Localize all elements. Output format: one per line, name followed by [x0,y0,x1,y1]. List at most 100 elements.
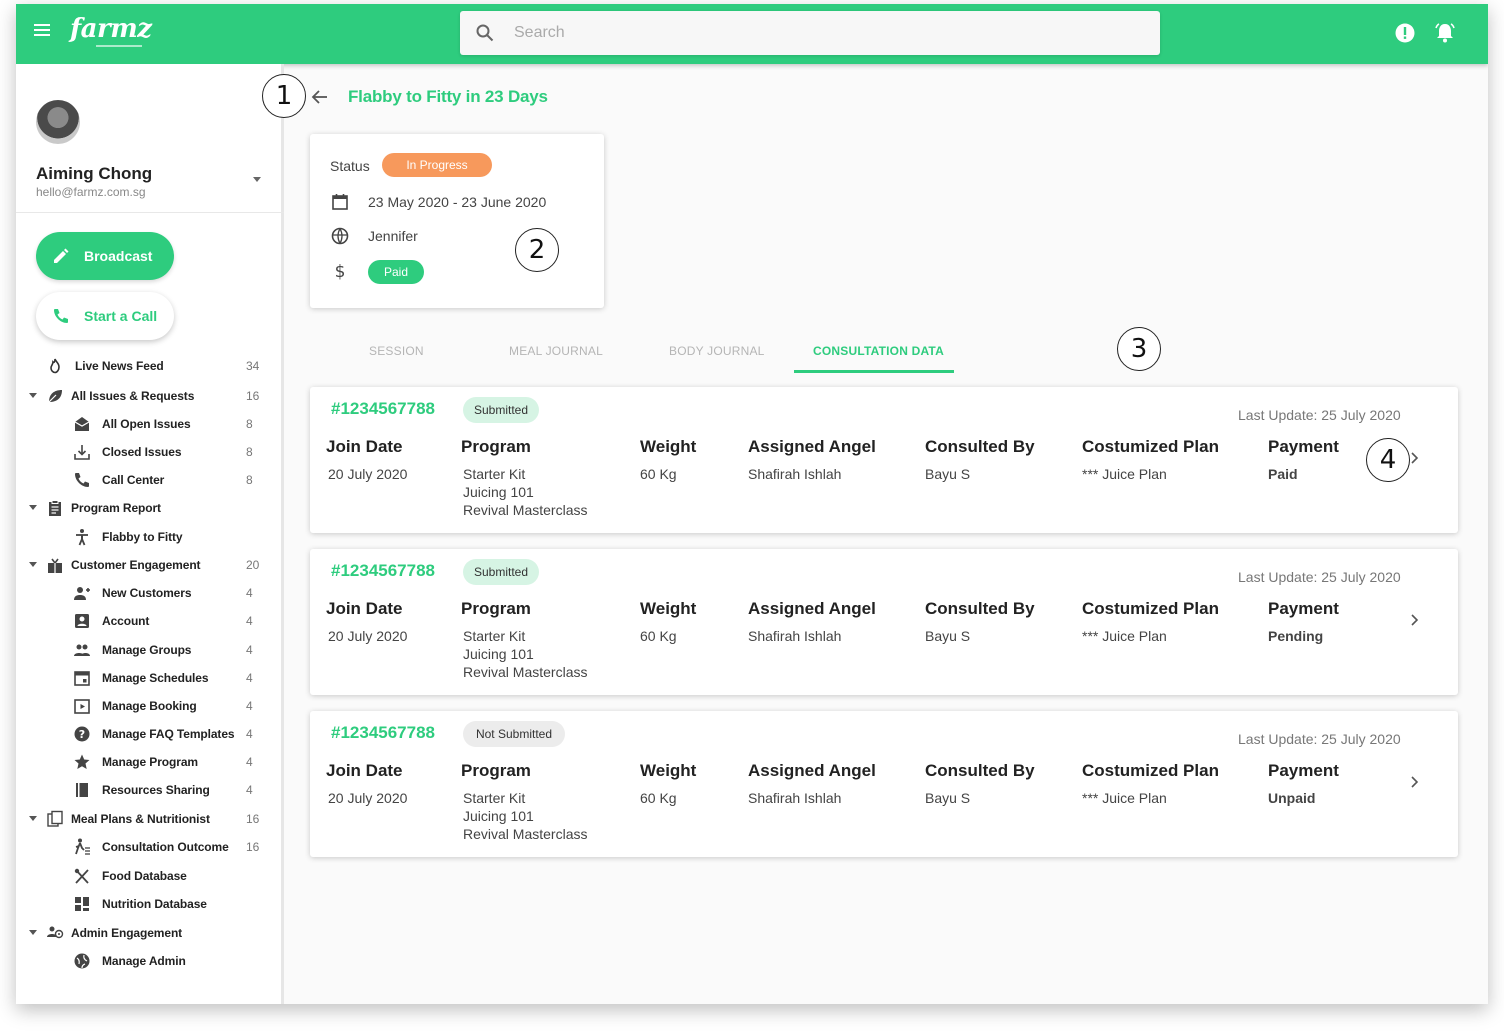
user-name: Aiming Chong [36,164,153,183]
join-date-value: 20 July 2020 [328,628,408,644]
sidebar-item-manage-booking[interactable]: Manage Booking 4 [16,694,284,718]
record-id: #1234567788 [331,723,436,742]
sidebar-item-count: 4 [246,614,253,628]
sidebar-item-closed-issues[interactable]: Closed Issues 8 [16,440,284,464]
menu-icon[interactable] [34,24,50,38]
star-icon [74,754,90,769]
broadcast-button[interactable]: Broadcast [36,232,174,280]
assigned-angel-value: Shafirah Ishlah [748,790,842,806]
sidebar-item-label: Program Report [71,501,161,515]
column-header: Program [461,599,531,618]
search-bar[interactable] [460,11,1160,55]
program-list: Starter Kit Juicing 101 Revival Mastercl… [463,465,587,519]
sidebar-item-manage-schedules[interactable]: Manage Schedules 4 [16,666,284,690]
search-icon [476,24,494,42]
sidebar-item-count: 16 [246,389,260,403]
caret-down-icon [29,930,37,935]
sidebar-item-count: 20 [246,558,260,572]
sidebar-item-new-customers[interactable]: New Customers 4 [16,581,284,605]
sidebar-item-label: Manage Schedules [102,671,209,685]
column-header: Join Date [326,761,403,780]
sidebar-item-call-center[interactable]: Call Center 8 [16,468,284,492]
sidebar-item-program-report[interactable]: Program Report [16,496,284,520]
avatar[interactable] [36,100,80,144]
payment-status: Pending [1268,628,1324,644]
sidebar-item-admin-engagement[interactable]: Admin Engagement [16,921,284,945]
consultation-record-card[interactable]: #1234567788 Not Submitted Last Update: 2… [310,711,1458,857]
program-item: Juicing 101 [463,484,534,500]
arrow-left-icon[interactable] [310,88,330,106]
broadcast-label: Broadcast [84,248,153,264]
sidebar-item-count: 4 [246,586,253,600]
sidebar-item-meal-plans[interactable]: Meal Plans & Nutritionist 16 [16,807,284,831]
sidebar-item-manage-groups[interactable]: Manage Groups 4 [16,638,284,662]
sidebar-item-label: Account [102,614,150,628]
callout-marker: 4 [1366,438,1410,482]
sidebar-item-manage-program[interactable]: Manage Program 4 [16,750,284,774]
globe-icon [331,227,349,245]
sidebar-item-consultation-outcome[interactable]: Consultation Outcome 16 [16,835,284,859]
sidebar-item-label: Resources Sharing [102,783,210,797]
chevron-down-icon[interactable] [253,177,261,182]
sidebar-item-label: Nutrition Database [102,897,207,911]
calendar-icon [74,671,90,686]
column-header: Payment [1268,437,1339,456]
logo-tagline [96,45,142,47]
tab-consultation-data[interactable]: CONSULTATION DATA [813,344,944,358]
pencil-icon [54,248,69,263]
chevron-right-icon[interactable] [1408,613,1420,627]
admin-group-icon [47,926,64,939]
consultation-record-card[interactable]: #1234567788 Submitted Last Update: 25 Ju… [310,387,1458,533]
caret-down-icon [29,562,37,567]
group-icon [74,644,90,656]
sidebar-item-count: 4 [246,727,253,741]
sidebar-item-resources-sharing[interactable]: Resources Sharing 4 [16,778,284,802]
book-icon [76,783,88,797]
sidebar-item-manage-faq-templates[interactable]: ? Manage FAQ Templates 4 [16,722,284,746]
dollar-icon: $ [335,262,346,281]
consultation-record-card[interactable]: #1234567788 Submitted Last Update: 25 Ju… [310,549,1458,695]
sidebar-item-count: 4 [246,643,253,657]
sidebar-item-account[interactable]: Account 4 [16,609,284,633]
sidebar-item-count: 16 [246,812,260,826]
program-info-card: Status In Progress 23 May 2020 - 23 June… [310,134,604,308]
alert-icon[interactable] [1394,22,1416,44]
dashboard-grid-icon [75,897,89,911]
sidebar-item-label: Customer Engagement [71,558,201,572]
assigned-angel-value: Shafirah Ishlah [748,466,842,482]
sidebar-item-nutrition-database[interactable]: Nutrition Database [16,892,284,916]
program-item: Starter Kit [463,466,526,482]
add-person-icon [74,587,90,600]
weight-value: 60 Kg [640,790,677,806]
column-header: Program [461,437,531,456]
join-date-value: 20 July 2020 [328,790,408,806]
record-id: #1234567788 [331,399,436,418]
start-call-button[interactable]: Start a Call [36,292,174,340]
tab-meal-journal[interactable]: MEAL JOURNAL [509,344,603,358]
submission-status-badge: Submitted [463,397,539,423]
tab-session[interactable]: SESSION [369,344,424,358]
column-header: Join Date [326,437,403,456]
gift-box-icon [48,558,62,573]
sidebar-item-customer-engagement[interactable]: Customer Engagement 20 [16,553,284,577]
column-header: Costumized Plan [1082,761,1219,780]
sidebar-item-manage-admin[interactable]: Manage Admin [16,949,284,973]
sidebar-item-food-database[interactable]: Food Database [16,864,284,888]
column-header: Weight [640,761,697,780]
sidebar-item-flabby-to-fitty[interactable]: Flabby to Fitty [16,525,284,549]
chevron-right-icon[interactable] [1408,775,1420,789]
last-update: Last Update: 25 July 2020 [1238,407,1401,423]
notification-bell-icon[interactable] [1434,22,1456,44]
sidebar-item-label: Call Center [102,473,165,487]
search-input[interactable] [514,11,1134,55]
sidebar-item-live-news-feed[interactable]: Live News Feed 34 [16,354,284,378]
sidebar-item-label: Meal Plans & Nutritionist [71,812,210,826]
account-box-icon [75,614,89,628]
sidebar-item-all-issues[interactable]: All Issues & Requests 16 [16,384,284,408]
caret-down-icon [29,393,37,398]
divider [16,212,284,213]
sidebar-item-all-open-issues[interactable]: All Open Issues 8 [16,412,284,436]
sidebar-item-label: All Issues & Requests [71,389,195,403]
tab-body-journal[interactable]: BODY JOURNAL [669,344,765,358]
svg-text:?: ? [79,728,85,741]
